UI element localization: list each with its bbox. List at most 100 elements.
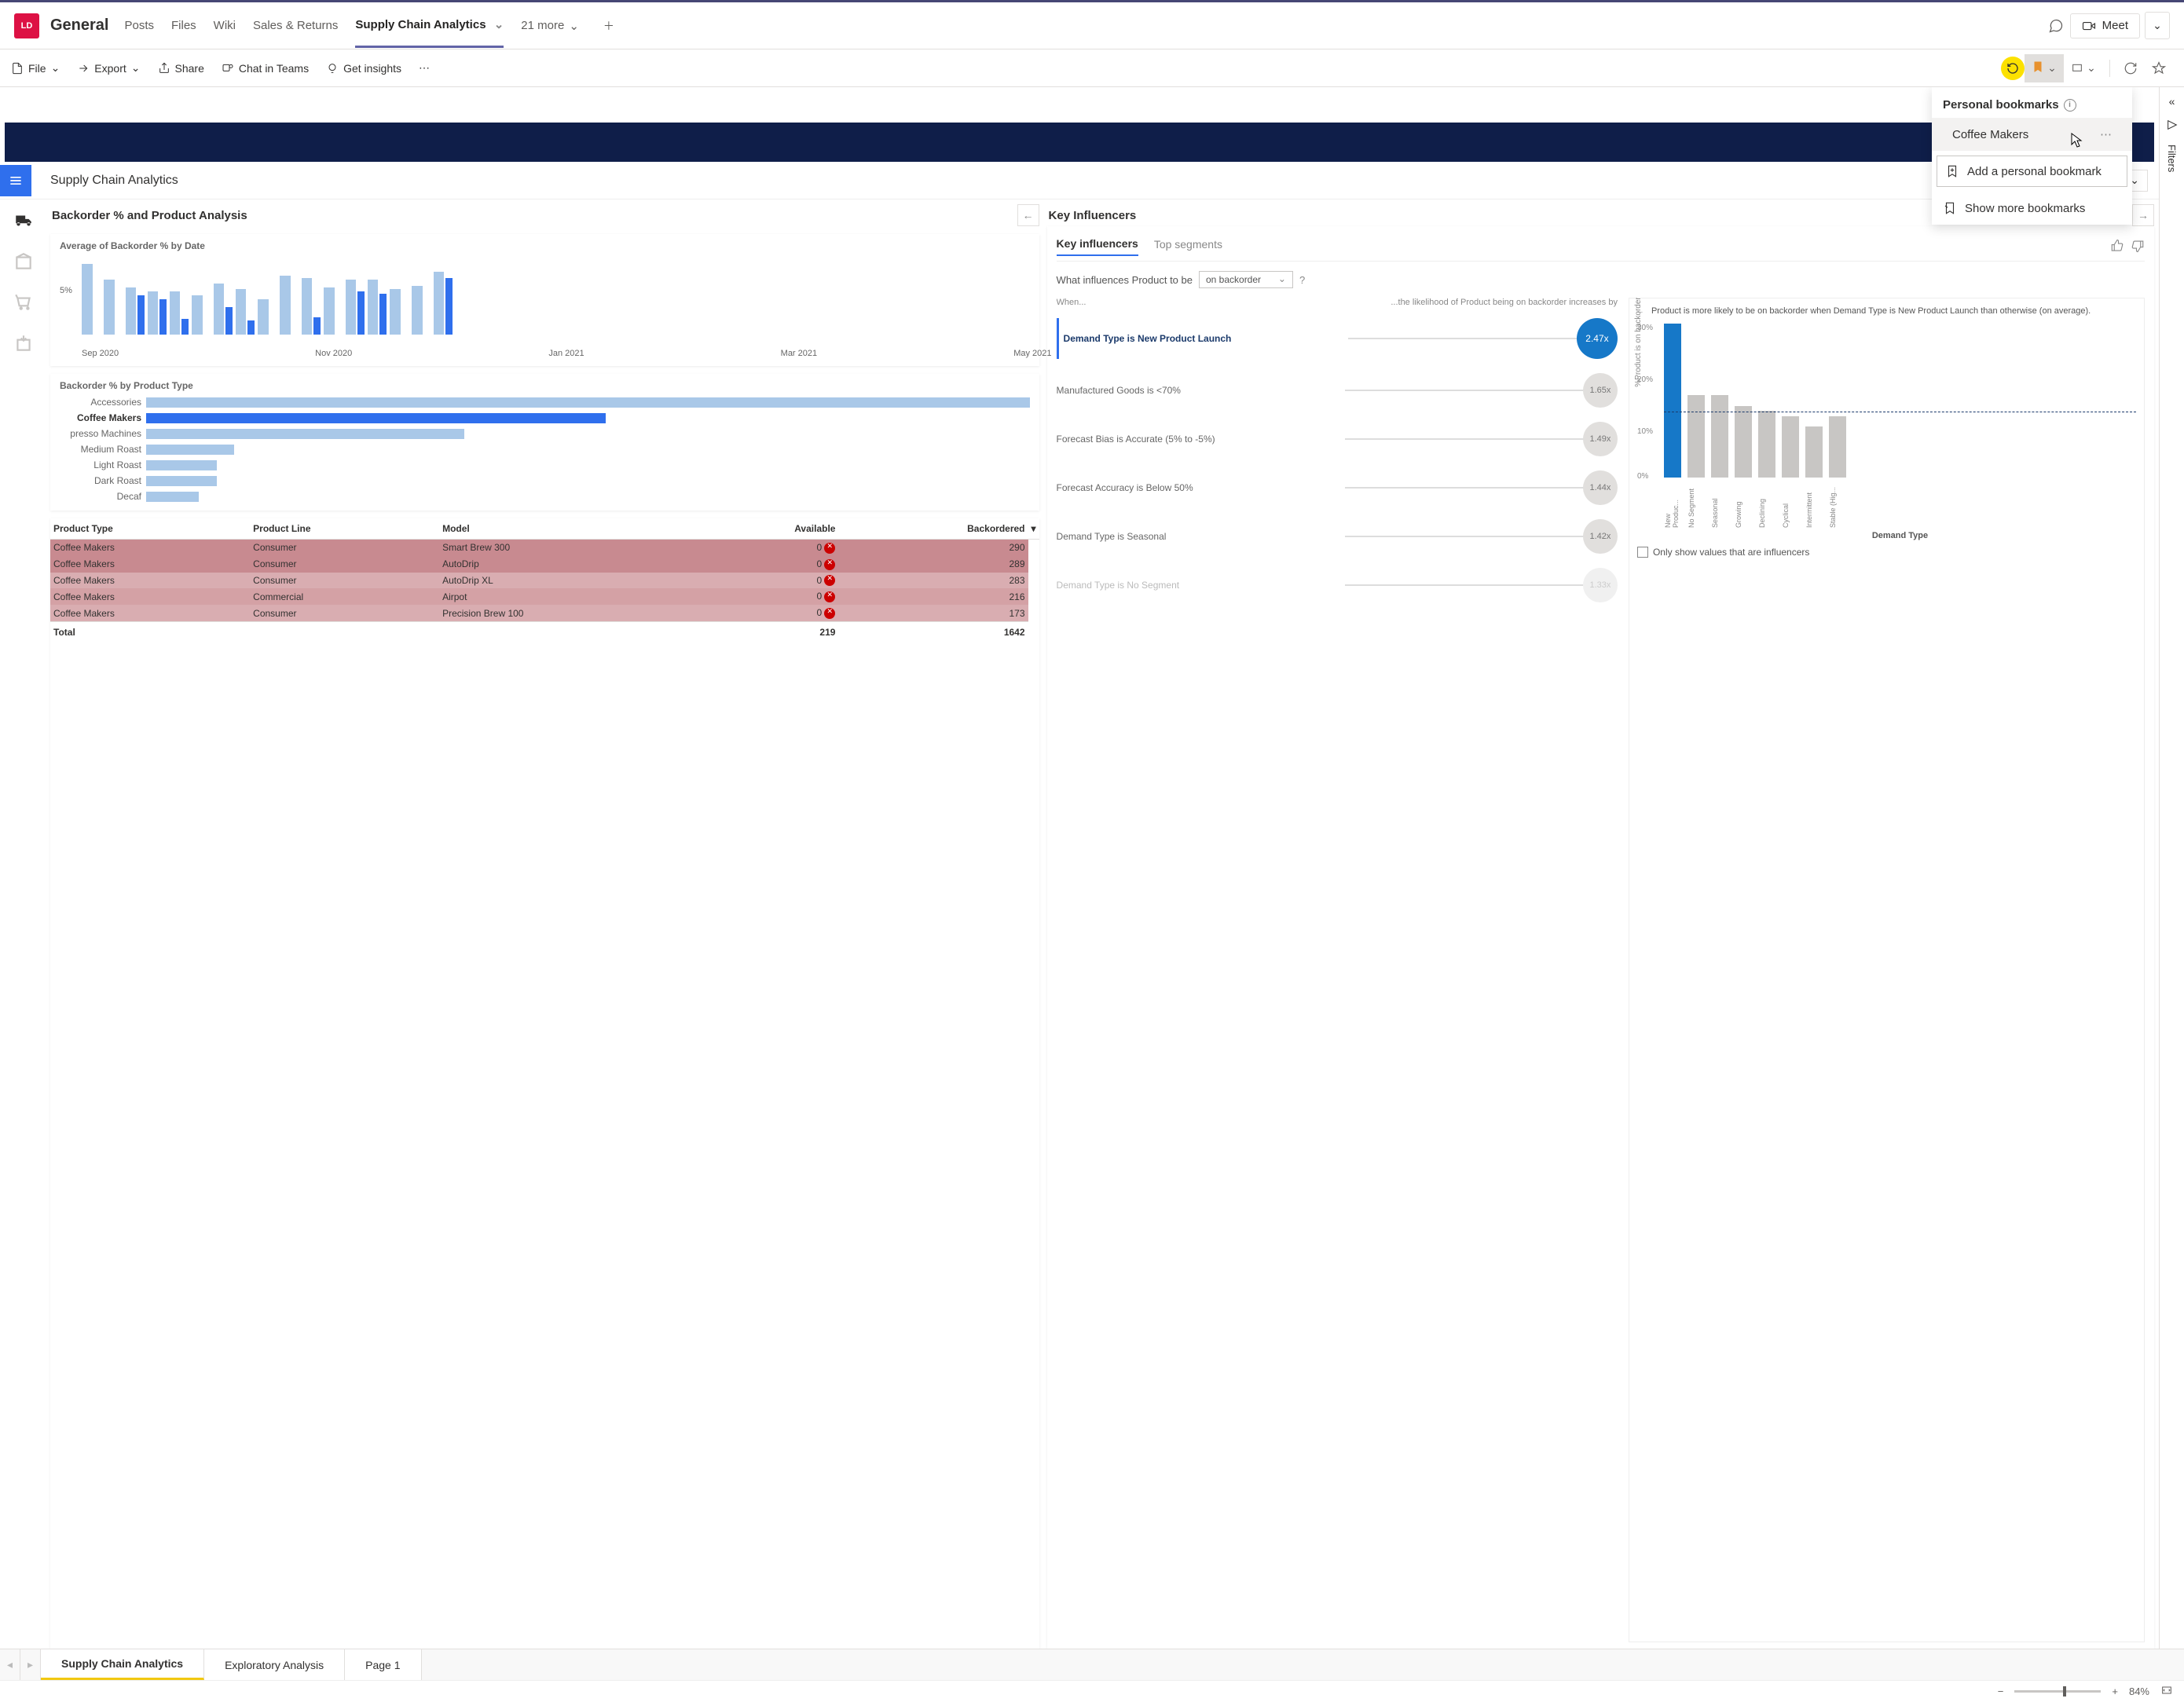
tab-posts[interactable]: Posts: [124, 5, 154, 46]
tab-wiki[interactable]: Wiki: [214, 5, 236, 46]
fit-page-icon[interactable]: [2160, 1684, 2173, 1699]
add-tab-button[interactable]: ＋: [595, 12, 623, 40]
table-row[interactable]: Coffee MakersConsumerAutoDrip0 289: [50, 556, 1039, 573]
bookmarks-popover: Personal bookmarks i Coffee Makers ⋯ Add…: [1932, 87, 2132, 225]
sheet-prev[interactable]: ◂: [0, 1649, 20, 1680]
prev-arrow[interactable]: ←: [1017, 204, 1039, 226]
filters-pane-collapsed[interactable]: « Filters: [2159, 87, 2184, 1649]
ki-item[interactable]: Demand Type is No Segment1.33x: [1057, 568, 1618, 602]
insights-label: Get insights: [343, 62, 401, 75]
ki-when-label: When...: [1057, 298, 1326, 307]
thumbs-down-icon[interactable]: [2131, 239, 2145, 255]
chat-teams-label: Chat in Teams: [239, 62, 309, 75]
ki-detail-chart[interactable]: ← Product is more likely to be on backor…: [1629, 298, 2145, 1642]
meet-button[interactable]: Meet: [2070, 13, 2140, 38]
share-button[interactable]: Share: [158, 62, 204, 75]
table-row[interactable]: Coffee MakersConsumerPrecision Brew 1000…: [50, 605, 1039, 621]
thumbs-up-icon[interactable]: [2110, 239, 2124, 255]
ki-x-axis-label: Demand Type: [1637, 531, 2136, 540]
bookmark-item[interactable]: Coffee Makers ⋯: [1932, 118, 2132, 151]
insights-button[interactable]: Get insights: [326, 62, 401, 75]
backorder-by-type-chart[interactable]: Backorder % by Product Type AccessoriesC…: [50, 374, 1039, 511]
cart-icon[interactable]: [13, 292, 34, 313]
zoom-out[interactable]: −: [1998, 1686, 2004, 1697]
tab-supply-chain-label: Supply Chain Analytics: [355, 18, 486, 31]
table-row[interactable]: Coffee MakersCommercialAirpot0 216: [50, 588, 1039, 605]
more-options[interactable]: ⋯: [419, 61, 430, 75]
total-available: 219: [698, 622, 838, 641]
chat-teams-button[interactable]: Chat in Teams: [222, 62, 309, 75]
sheet-tab-3[interactable]: Page 1: [345, 1649, 421, 1680]
sheet-next[interactable]: ▸: [20, 1649, 41, 1680]
tab-supply-chain[interactable]: Supply Chain Analytics ⌄: [355, 3, 504, 48]
chat-icon[interactable]: [2042, 12, 2070, 40]
left-section-title: Backorder % and Product Analysis: [50, 206, 249, 225]
more-tabs[interactable]: 21 more ⌄: [521, 19, 579, 33]
ki-item[interactable]: Demand Type is Seasonal1.42x: [1057, 519, 1618, 554]
info-icon[interactable]: i: [2064, 99, 2076, 112]
table-row[interactable]: Coffee MakersConsumerAutoDrip XL0 283: [50, 573, 1039, 589]
key-influencers-visual[interactable]: Key influencers Top segments What: [1047, 226, 2154, 1649]
zoom-in[interactable]: +: [2112, 1686, 2118, 1697]
ki-filter-checkbox[interactable]: Only show values that are influencers: [1637, 547, 2136, 558]
bookmark-button[interactable]: ⌄: [2025, 54, 2064, 82]
meet-label: Meet: [2102, 19, 2128, 32]
truck-icon[interactable]: [13, 210, 34, 231]
add-bookmark-label: Add a personal bookmark: [1967, 165, 2102, 178]
reset-button[interactable]: [2001, 57, 2025, 80]
next-arrow[interactable]: →: [2132, 204, 2154, 226]
chevron-down-icon: ⌄: [2047, 61, 2057, 75]
team-avatar[interactable]: LD: [14, 13, 39, 38]
products-table[interactable]: Product TypeProduct LineModelAvailableBa…: [50, 518, 1039, 1649]
teams-header: LD General Posts Files Wiki Sales & Retu…: [0, 2, 2184, 49]
filters-label: Filters: [2166, 145, 2178, 172]
more-icon[interactable]: ⋯: [2100, 127, 2112, 141]
package-down-icon[interactable]: [13, 333, 34, 353]
chevron-down-icon: ⌄: [569, 19, 579, 33]
bookmark-pane-icon[interactable]: [2166, 119, 2179, 134]
ki-tab-segments[interactable]: Top segments: [1154, 238, 1222, 255]
backorder-by-date-chart[interactable]: Average of Backorder % by Date 5% Sep 20…: [50, 234, 1039, 366]
y-axis-label: 5%: [60, 286, 72, 295]
add-bookmark-button[interactable]: Add a personal bookmark: [1937, 156, 2127, 187]
more-tabs-label: 21 more: [521, 19, 564, 32]
favorite-button[interactable]: [2145, 54, 2173, 82]
refresh-button[interactable]: [2116, 54, 2145, 82]
zoom-value: 84%: [2129, 1686, 2149, 1697]
table-row[interactable]: Coffee MakersConsumerSmart Brew 3000 290: [50, 540, 1039, 556]
total-backordered: 1642: [838, 622, 1028, 641]
sheet-tab-2[interactable]: Exploratory Analysis: [204, 1649, 345, 1680]
hamburger-button[interactable]: [0, 165, 31, 196]
box-icon[interactable]: [13, 251, 34, 272]
bookmark-icon: [2032, 60, 2044, 75]
chevron-down-icon: ⌄: [2087, 61, 2096, 75]
report-title: Supply Chain Analytics: [50, 174, 178, 188]
total-label: Total: [50, 622, 250, 641]
zoom-bar: − + 84%: [0, 1680, 2184, 1702]
file-menu[interactable]: File ⌄: [11, 61, 60, 75]
ki-item[interactable]: Forecast Accuracy is Below 50%1.44x: [1057, 470, 1618, 505]
view-button[interactable]: ⌄: [2064, 54, 2103, 82]
channel-name[interactable]: General: [50, 16, 108, 35]
tab-files[interactable]: Files: [171, 5, 196, 46]
zoom-slider[interactable]: [2014, 1690, 2101, 1693]
tab-sales-returns[interactable]: Sales & Returns: [253, 5, 338, 46]
collapse-icon[interactable]: «: [2169, 95, 2175, 108]
bookmark-item-label: Coffee Makers: [1952, 128, 2028, 141]
ki-item[interactable]: Demand Type is New Product Launch2.47x: [1057, 318, 1618, 359]
export-menu[interactable]: Export ⌄: [77, 61, 140, 75]
pbi-toolbar: File ⌄ Export ⌄ Share Chat in Teams Get …: [0, 49, 2184, 87]
chart-title: Average of Backorder % by Date: [60, 240, 1030, 251]
ki-item[interactable]: Manufactured Goods is <70%1.65x: [1057, 373, 1618, 408]
show-more-bookmarks[interactable]: Show more bookmarks: [1932, 192, 2132, 225]
ki-tab-influencers[interactable]: Key influencers: [1057, 237, 1138, 256]
sheet-tabs: ◂ ▸ Supply Chain Analytics Exploratory A…: [0, 1649, 2184, 1680]
sheet-tab-1[interactable]: Supply Chain Analytics: [41, 1649, 204, 1680]
ki-item[interactable]: Forecast Bias is Accurate (5% to -5%)1.4…: [1057, 422, 1618, 456]
question-mark: ?: [1299, 274, 1305, 286]
report-nav-rail: [5, 204, 42, 1649]
meet-dropdown[interactable]: ⌄: [2145, 12, 2170, 39]
ki-list: When... ...the likelihood of Product bei…: [1057, 298, 1622, 1642]
chevron-down-icon: ⌄: [494, 18, 504, 31]
ki-dropdown[interactable]: on backorder: [1199, 271, 1293, 288]
